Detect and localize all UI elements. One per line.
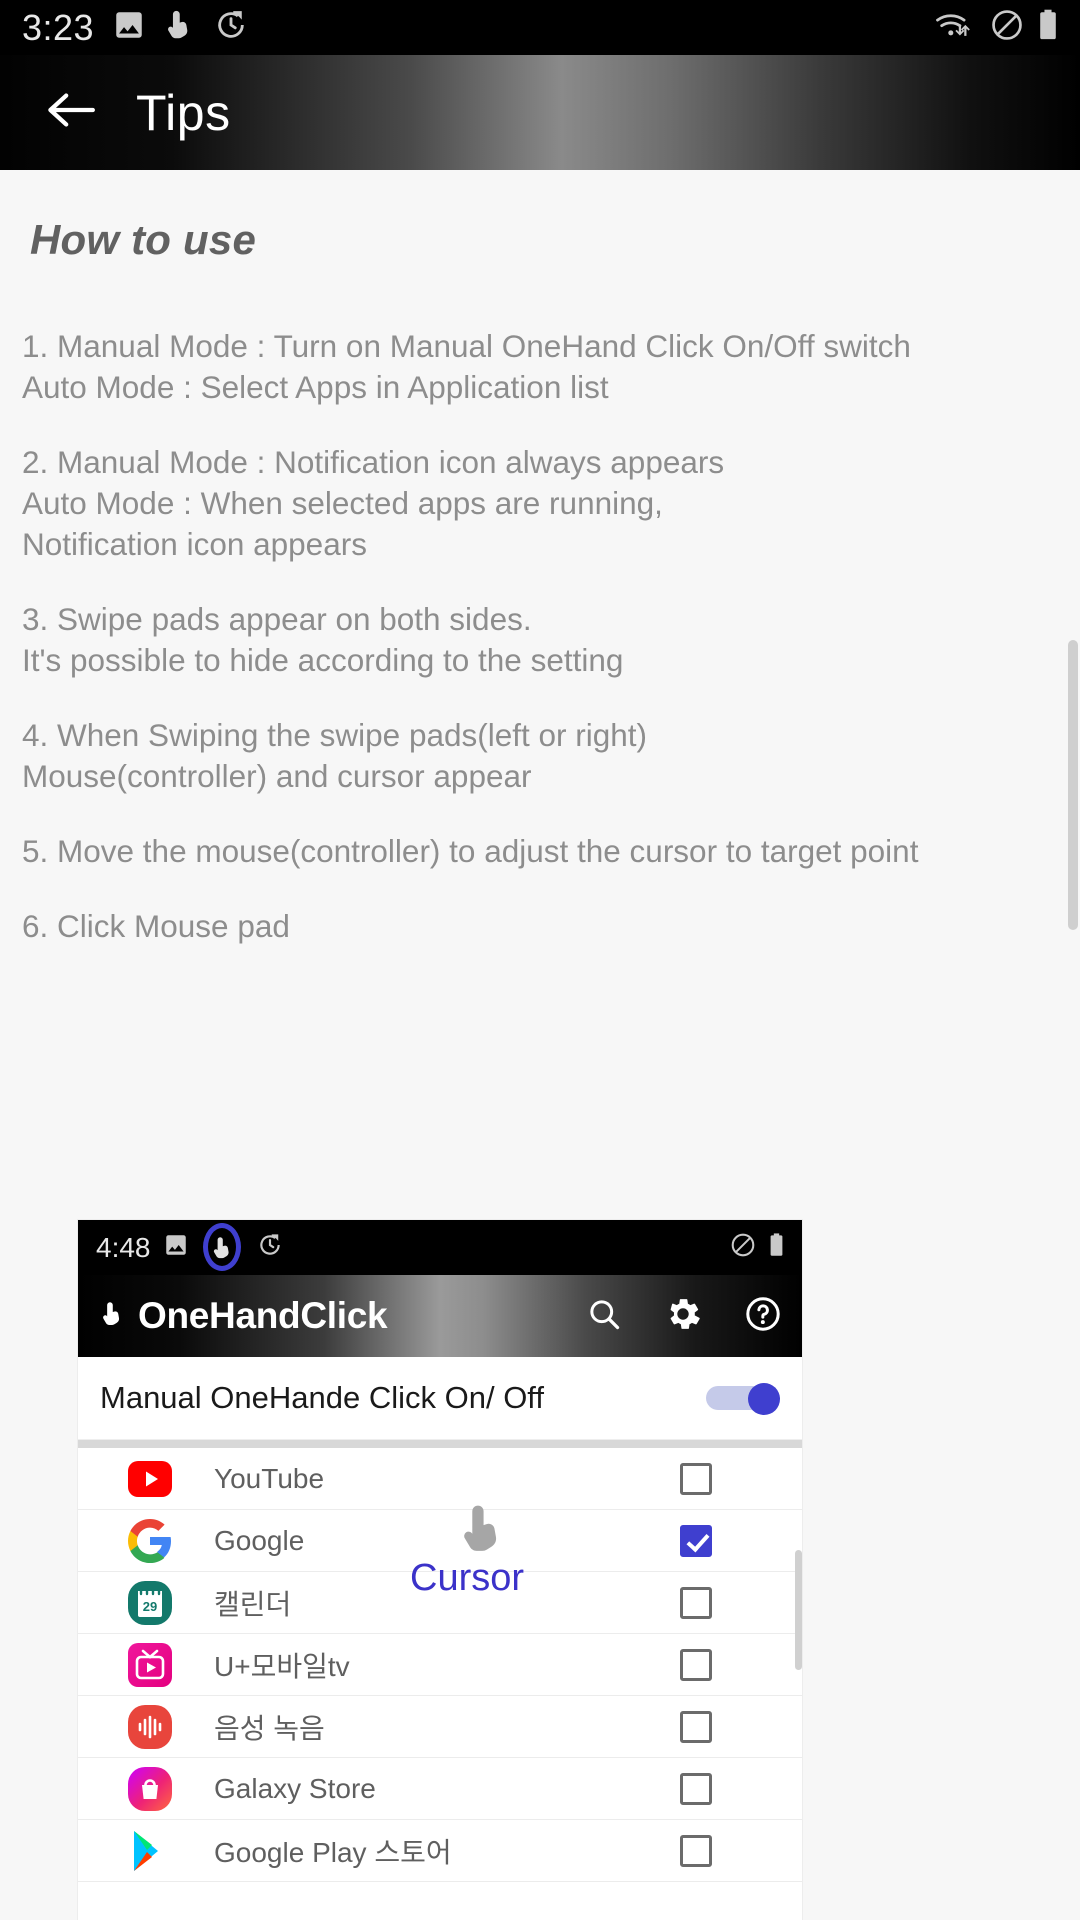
list-item[interactable]: 29 캘린더: [78, 1572, 802, 1634]
status-bar: 3:23: [0, 0, 1080, 55]
list-item[interactable]: U+모바일tv: [78, 1634, 802, 1696]
do-not-disturb-icon: [730, 1232, 756, 1263]
step-item: 1. Manual Mode : Turn on Manual OneHand …: [22, 328, 911, 405]
app-checkbox[interactable]: [680, 1462, 712, 1495]
manual-onehand-switch[interactable]: [706, 1383, 780, 1415]
switch-knob: [748, 1383, 780, 1415]
touch-pointer-icon: [100, 1297, 126, 1336]
touch-pointer-icon-highlighted: [201, 1222, 245, 1274]
embedded-app-title: OneHandClick: [138, 1295, 388, 1336]
app-label: 캘린더: [214, 1588, 292, 1620]
step-item: 2. Manual Mode : Notification icon alway…: [22, 444, 725, 562]
app-checkbox[interactable]: [680, 1834, 712, 1867]
app-checkbox[interactable]: [680, 1710, 712, 1743]
embedded-scrollbar[interactable]: [795, 1550, 802, 1670]
app-label: YouTube: [214, 1462, 325, 1494]
gear-icon[interactable]: [664, 1295, 702, 1338]
section-heading: How to use: [30, 216, 257, 263]
app-label: Google: [214, 1524, 305, 1556]
touch-pointer-icon: [164, 8, 196, 47]
step-item: 5. Move the mouse(controller) to adjust …: [22, 833, 919, 869]
app-label: Galaxy Store: [214, 1772, 376, 1804]
embedded-screenshot: 4:48 OneHandClick Manual OneHande Click …: [78, 1220, 802, 1920]
step-item: 3. Swipe pads appear on both sides. It's…: [22, 601, 624, 678]
wifi-data-icon: [934, 8, 976, 47]
app-label: 음성 녹음: [214, 1712, 325, 1744]
battery-icon: [1038, 8, 1058, 47]
uplus-mobile-tv-icon: [126, 1641, 174, 1689]
embedded-status-bar: 4:48: [78, 1220, 802, 1275]
app-label: Google Play 스토어: [214, 1836, 452, 1868]
timer-icon: [214, 8, 248, 47]
app-label: U+모바일tv: [214, 1650, 350, 1682]
search-icon[interactable]: [586, 1296, 622, 1337]
embedded-status-right: [730, 1232, 784, 1263]
embedded-app-actions: [586, 1295, 782, 1338]
google-play-icon: [126, 1827, 174, 1875]
app-checkbox[interactable]: [680, 1772, 712, 1805]
page-title: Tips: [136, 84, 231, 141]
status-bar-clock: 3:23: [22, 6, 95, 48]
help-circle-icon[interactable]: [744, 1295, 782, 1338]
list-item[interactable]: Galaxy Store: [78, 1758, 802, 1820]
embedded-brand: OneHandClick: [100, 1295, 388, 1337]
status-bar-left: 3:23: [22, 8, 248, 47]
svg-text:29: 29: [143, 1599, 157, 1614]
phone-screen: 3:23 Tips How to use 1. Manual Mode: Tu…: [0, 0, 1080, 1920]
app-list: YouTube Google 29 캘린더 U+모바일tv 음성 녹음 Gala…: [78, 1448, 802, 1882]
status-bar-right: [934, 8, 1058, 47]
embedded-status-left: 4:48: [96, 1222, 283, 1274]
arrow-left-icon: [45, 88, 99, 137]
image-icon: [163, 1232, 189, 1263]
section-divider: [78, 1440, 802, 1448]
app-bar: Tips: [0, 55, 1080, 170]
manual-onehand-toggle-row[interactable]: Manual OneHande Click On/ Off: [78, 1357, 802, 1440]
battery-icon: [769, 1232, 784, 1263]
embedded-clock: 4:48: [96, 1231, 151, 1263]
list-item[interactable]: Google: [78, 1510, 802, 1572]
page-scrollbar[interactable]: [1068, 640, 1078, 930]
calendar-icon: 29: [126, 1579, 174, 1627]
do-not-disturb-icon: [990, 8, 1024, 47]
youtube-icon: [126, 1455, 174, 1503]
timer-icon: [257, 1232, 283, 1263]
galaxy-store-icon: [126, 1765, 174, 1813]
step-item: 6. Click Mouse pad: [22, 908, 290, 944]
tips-content: How to use 1. Manual Mode : Turn on Manu…: [0, 170, 1080, 1920]
step-item: 4. When Swiping the swipe pads(left or r…: [22, 717, 648, 794]
app-checkbox[interactable]: [680, 1524, 712, 1557]
steps-list: 1. Manual Mode : Turn on Manual OneHand …: [0, 326, 1080, 947]
app-checkbox[interactable]: [680, 1586, 712, 1619]
image-icon: [112, 8, 146, 47]
voice-recorder-icon: [126, 1703, 174, 1751]
embedded-app-bar: OneHandClick: [78, 1275, 802, 1357]
list-item[interactable]: YouTube: [78, 1448, 802, 1510]
google-icon: [126, 1517, 174, 1565]
back-button[interactable]: [42, 83, 102, 143]
toggle-label: Manual OneHande Click On/ Off: [100, 1380, 544, 1415]
app-checkbox[interactable]: [680, 1648, 712, 1681]
list-item[interactable]: Google Play 스토어: [78, 1820, 802, 1882]
list-item[interactable]: 음성 녹음: [78, 1696, 802, 1758]
